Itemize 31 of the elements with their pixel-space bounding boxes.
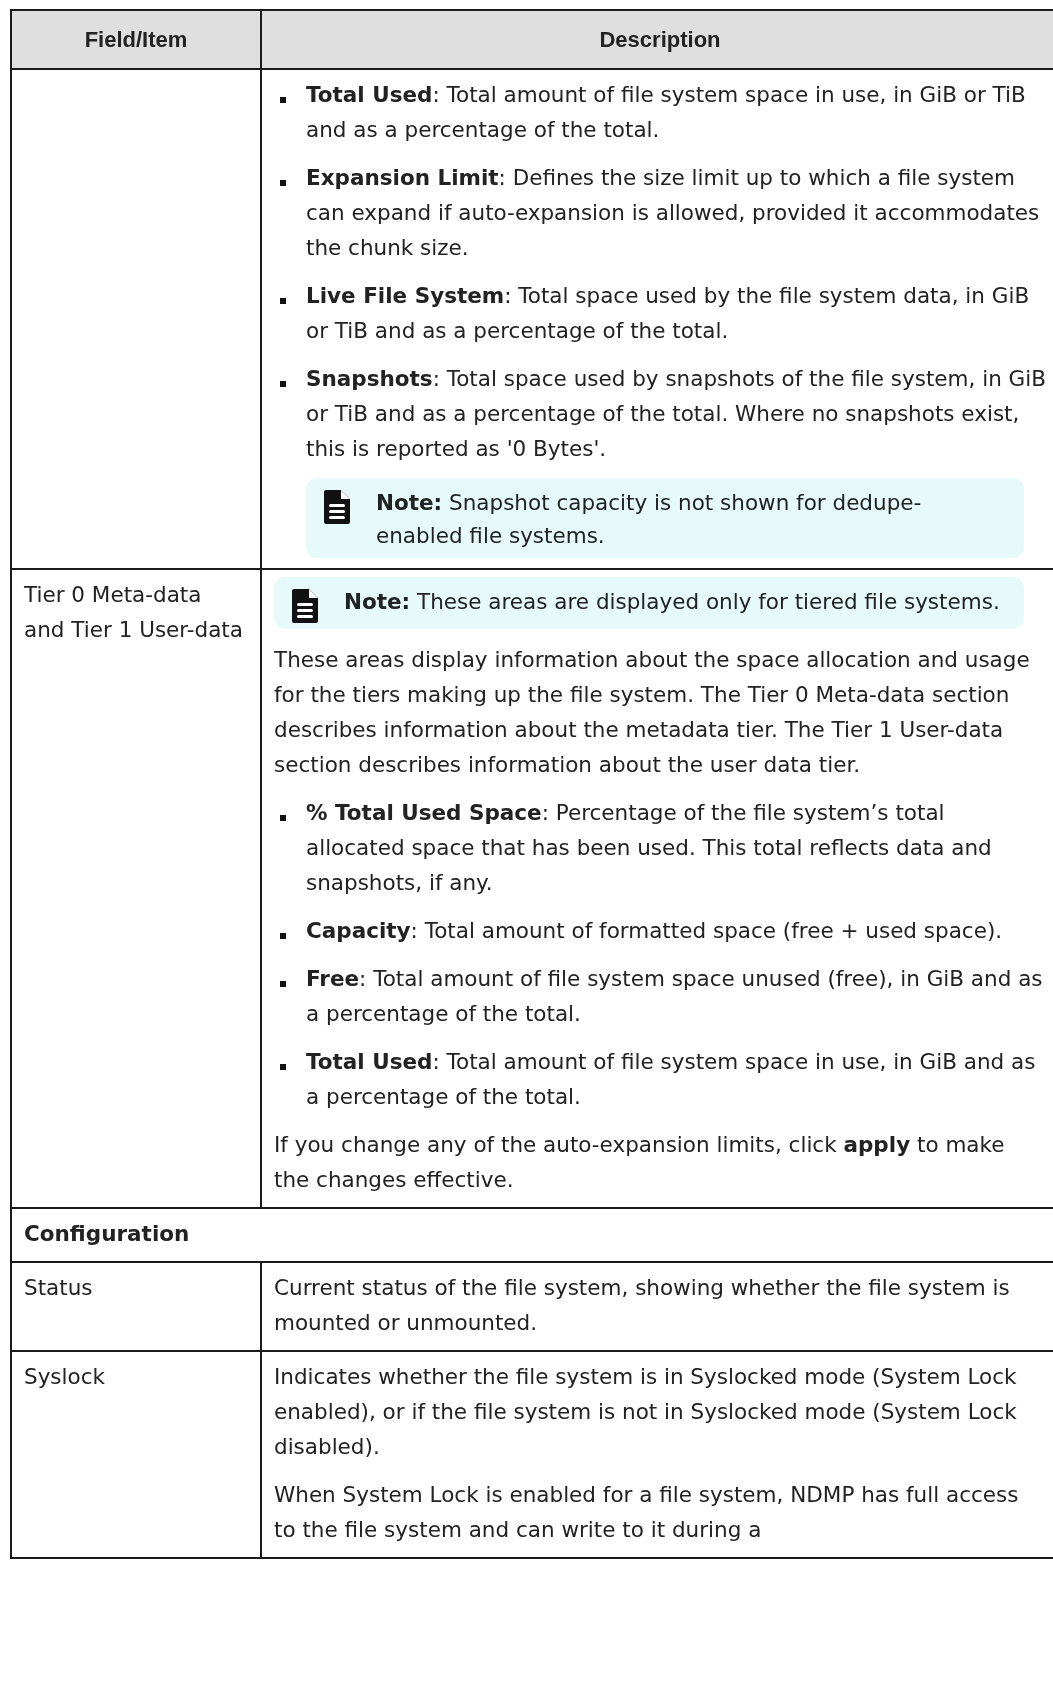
field-name: Tier 0 Meta-data and Tier 1 User-data: [11, 569, 261, 1208]
bullet-icon: [280, 180, 286, 186]
description-text: Current status of the file system, showing whether the file system is mounted or unmounted.: [274, 1274, 1011, 1337]
note-text: Note: These areas are displayed only for tiered file systems.: [344, 588, 1000, 616]
bullet-text: Total Used: Total amount of file system space in use, in GiB or TiB and as a percentage of the total.: [306, 81, 1027, 144]
bullet-text: Capacity: Total amount of formatted space (free + used space).: [306, 917, 1004, 945]
document-icon: [292, 589, 318, 623]
bullet-icon: [280, 815, 286, 821]
bullet-text: Snapshots: Total space used by snapshots of the file system, in GiB or TiB and as a percentage of the total. Where no snapshots exist, this is reported as '0 Bytes'.: [306, 365, 1046, 463]
field-name: Syslock: [11, 1351, 261, 1558]
bullet-icon: [280, 97, 286, 103]
column-header: Description: [261, 10, 1053, 69]
bullet-text: Free: Total amount of file system space unused (free), in GiB and as a percentage of the total.: [306, 965, 1044, 1028]
column-header: Field/Item: [11, 10, 261, 69]
document-icon: [324, 490, 350, 524]
bullet-icon: [280, 981, 286, 987]
bullet-text: % Total Used Space: Percentage of the file system’s total allocated space that has been used. This total reflects data and snapshots, if any.: [306, 799, 993, 897]
bullet-icon: [280, 1064, 286, 1070]
bullet-text: Expansion Limit: Defines the size limit up to which a file system can expand if auto-expansion is allowed, provided it accommodates the chunk size.: [306, 164, 1041, 262]
note-text: Note: Snapshot capacity is not shown for dedupe-enabled file systems.: [376, 489, 923, 550]
field-name: Status: [11, 1262, 261, 1351]
bullet-text: Total Used: Total amount of file system space in use, in GiB and as a percentage of the total.: [306, 1048, 1037, 1111]
description-text: These areas display information about the space allocation and usage for the tiers making up the file system. The Tier 0 Meta-data section describes information about the metadata tier. The Tier 1 User-data section describes information about the user data tier.: [274, 646, 1031, 779]
description-text: If you change any of the auto-expansion limits, click apply to make the changes effective.: [274, 1131, 1006, 1194]
description-text: Indicates whether the file system is in Syslocked mode (System Lock enabled), or if the file system is not in Syslocked mode (System Lock disabled).: [274, 1363, 1018, 1461]
bullet-icon: [280, 298, 286, 304]
bullet-icon: [280, 933, 286, 939]
bullet-text: Live File System: Total space used by the file system data, in GiB or TiB and as a percentage of the total.: [306, 282, 1031, 345]
description-text: When System Lock is enabled for a file system, NDMP has full access to the file system and can write to it during a: [274, 1481, 1020, 1544]
section-heading: Configuration: [11, 1208, 1053, 1262]
bullet-icon: [280, 381, 286, 387]
